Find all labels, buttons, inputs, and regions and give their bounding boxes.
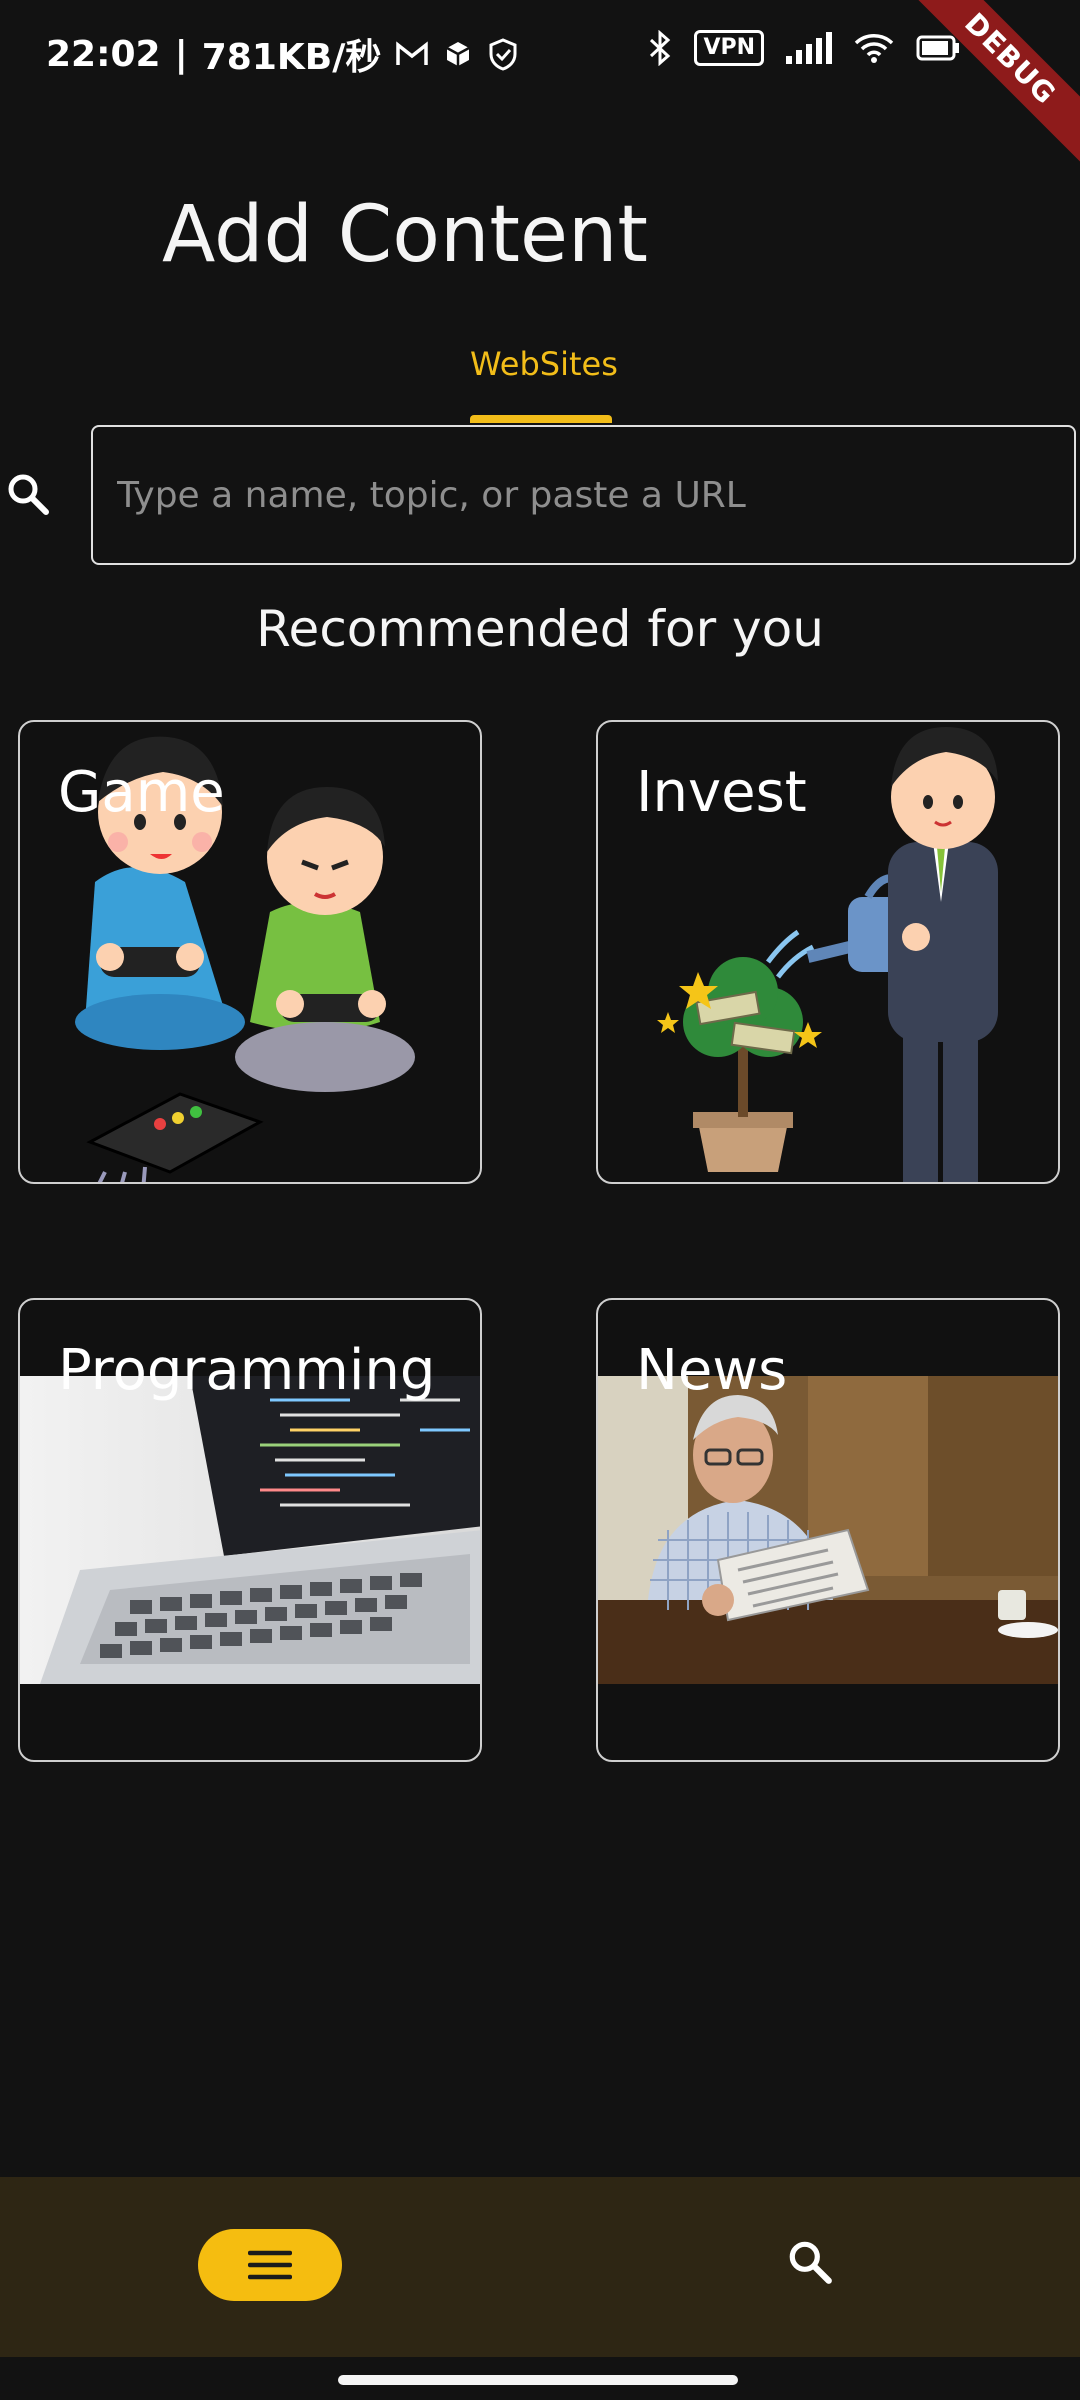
status-left: 22:02 | 781KB/秒	[46, 28, 519, 80]
page-title: Add Content	[162, 190, 649, 280]
card-label: News	[636, 1338, 788, 1403]
wifi-icon	[854, 34, 894, 63]
bluetooth-icon	[650, 30, 671, 66]
card-label: Programming	[58, 1338, 436, 1403]
status-separator: |	[174, 33, 188, 75]
card-game[interactable]: Game	[18, 720, 482, 1184]
status-time: 22:02	[46, 33, 161, 75]
card-label: Invest	[636, 760, 807, 825]
app-screen: 22:02 | 781KB/秒 VPN DEBUG Add Content We…	[0, 0, 1080, 2400]
card-invest[interactable]: Invest	[596, 720, 1060, 1184]
status-right: VPN	[648, 30, 960, 66]
tab-label: WebSites	[470, 345, 618, 383]
menu-icon	[248, 2250, 292, 2280]
nav-search-icon[interactable]	[785, 2237, 835, 2287]
search-icon	[8, 474, 49, 515]
vpn-icon: VPN	[694, 30, 764, 66]
gmail-icon	[396, 41, 429, 65]
box-icon	[446, 42, 470, 66]
tab-websites[interactable]: WebSites	[470, 345, 618, 423]
menu-button[interactable]	[198, 2229, 342, 2301]
bottom-nav	[0, 2177, 1080, 2357]
card-news[interactable]: News	[596, 1298, 1060, 1762]
tab-indicator	[470, 415, 612, 423]
signal-icon	[786, 32, 832, 64]
home-indicator[interactable]	[338, 2375, 738, 2385]
shield-check-icon	[489, 38, 517, 71]
section-title: Recommended for you	[256, 600, 824, 658]
card-programming[interactable]: Programming	[18, 1298, 482, 1762]
search-input[interactable]	[91, 425, 1076, 565]
debug-banner: DEBUG	[894, 0, 1080, 175]
battery-icon	[916, 35, 959, 61]
network-speed: 781KB/秒	[201, 37, 382, 78]
status-bar: 22:02 | 781KB/秒 VPN DEBUG	[0, 0, 1080, 175]
card-label: Game	[58, 760, 225, 825]
